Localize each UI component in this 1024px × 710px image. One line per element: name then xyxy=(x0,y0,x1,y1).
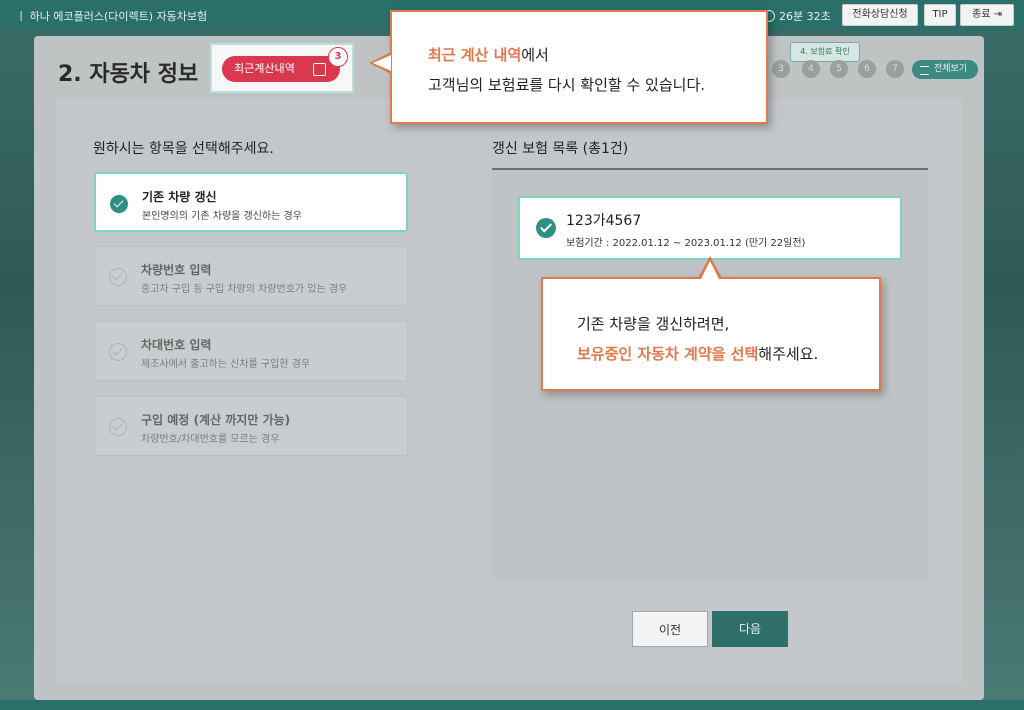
app-title: ㅣ 하나 에코플러스(다이렉트) 자동차보험 xyxy=(16,10,208,23)
renewal-item[interactable]: 123가4567 보험기간 : 2022.01.12 ~ 2023.01.12 … xyxy=(518,196,902,260)
step-5[interactable]: 5 xyxy=(830,60,848,78)
footer-bar xyxy=(0,700,1024,710)
page-title: 2. 자동차 정보 xyxy=(58,62,199,87)
exit-label: 종료 xyxy=(972,9,991,20)
callout-text: 해주세요. xyxy=(758,345,819,363)
recent-count-badge: 3 xyxy=(328,47,348,67)
callout-text: 에서 xyxy=(521,46,549,64)
option-title: 차대번호 입력 xyxy=(141,338,212,352)
tip-button[interactable]: TIP xyxy=(924,4,956,26)
option-desc: 본인명의의 기존 차량을 갱신하는 경우 xyxy=(142,211,302,222)
calculator-icon xyxy=(313,63,326,76)
recent-calc-label: 최근계산내역 xyxy=(234,62,295,75)
phone-consult-button[interactable]: 전화상담신청 xyxy=(842,4,918,26)
option-renew-existing[interactable]: 기존 차량 갱신 본인명의의 기존 차량을 갱신하는 경우 xyxy=(94,172,408,232)
step-6[interactable]: 6 xyxy=(858,60,876,78)
option-desc: 제조사에서 출고하는 신차를 구입한 경우 xyxy=(141,359,311,370)
session-timer: 26분 32초 xyxy=(763,8,831,24)
step-3[interactable]: 3 xyxy=(772,60,790,78)
option-title: 차량번호 입력 xyxy=(141,263,212,277)
exit-icon: ⇥ xyxy=(993,9,1002,20)
list-icon xyxy=(920,66,929,75)
callout-recent: 최근 계산 내역에서 고객님의 보험료를 다시 확인할 수 있습니다. xyxy=(390,10,768,124)
timer-text: 26분 32초 xyxy=(779,10,831,23)
check-icon xyxy=(109,418,127,436)
next-button[interactable]: 다음 xyxy=(712,611,788,647)
left-heading: 원하시는 항목을 선택해주세요. xyxy=(93,141,274,157)
option-title: 구입 예정 (계산 까지만 가능) xyxy=(141,413,291,427)
callout-renew-line2: 보유중인 자동차 계약을 선택해주세요. xyxy=(577,343,818,364)
option-vin-number[interactable]: 차대번호 입력 제조사에서 출고하는 신차를 구입한 경우 xyxy=(94,321,408,381)
option-plate-number[interactable]: 차량번호 입력 중고차 구입 등 구입 차량의 차량번호가 있는 경우 xyxy=(94,246,408,306)
recent-calc-button[interactable]: 최근계산내역 xyxy=(222,56,340,82)
check-icon xyxy=(110,195,128,213)
check-icon xyxy=(536,218,556,238)
check-icon xyxy=(109,268,127,286)
plate-number: 123가4567 xyxy=(566,213,642,229)
exit-button[interactable]: 종료 ⇥ xyxy=(960,4,1014,26)
option-title: 기존 차량 갱신 xyxy=(142,190,217,204)
option-desc: 차량번호/차대번호를 모르는 경우 xyxy=(141,434,280,445)
callout-renew: 기존 차량을 갱신하려면, 보유중인 자동차 계약을 선택해주세요. xyxy=(541,277,881,391)
view-all-button[interactable]: 전체보기 xyxy=(912,60,978,79)
right-heading: 갱신 보험 목록 (총1건) xyxy=(492,141,629,157)
callout-pointer-inner xyxy=(373,55,391,71)
check-icon xyxy=(109,343,127,361)
prev-button[interactable]: 이전 xyxy=(632,611,708,647)
view-all-label: 전체보기 xyxy=(934,64,968,74)
callout-renew-line1: 기존 차량을 갱신하려면, xyxy=(577,315,730,333)
recent-calc-highlight: 최근계산내역 3 xyxy=(210,43,354,93)
callout-recent-line1: 최근 계산 내역에서 xyxy=(428,44,549,65)
callout-recent-line2: 고객님의 보험료를 다시 확인할 수 있습니다. xyxy=(428,76,706,94)
insurance-period: 보험기간 : 2022.01.12 ~ 2023.01.12 (만기 22일전) xyxy=(566,238,806,249)
option-desc: 중고차 구입 등 구입 차량의 차량번호가 있는 경우 xyxy=(141,284,348,295)
option-planned-purchase[interactable]: 구입 예정 (계산 까지만 가능) 차량번호/차대번호를 모르는 경우 xyxy=(94,396,408,456)
callout-pointer-inner xyxy=(701,261,719,279)
step-7[interactable]: 7 xyxy=(886,60,904,78)
callout-highlight: 보유중인 자동차 계약을 선택 xyxy=(577,345,759,363)
step-4[interactable]: 4 xyxy=(802,60,820,78)
step-tooltip: 4. 보험료 확인 xyxy=(790,42,860,62)
callout-highlight: 최근 계산 내역 xyxy=(428,46,522,64)
